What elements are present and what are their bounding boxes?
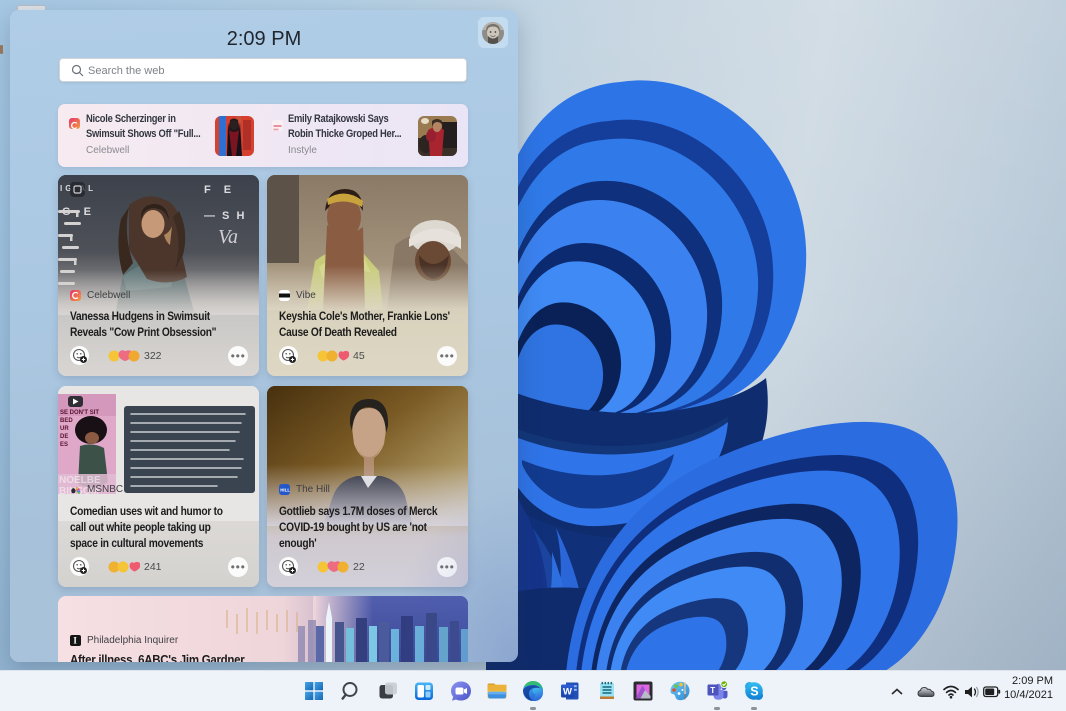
svg-text:I: I xyxy=(73,636,77,646)
svg-text:F E: F E xyxy=(204,184,236,196)
svg-text:W: W xyxy=(563,687,572,698)
svg-text:ES: ES xyxy=(60,442,68,448)
svg-text:S: S xyxy=(750,684,758,698)
svg-text:DE: DE xyxy=(60,434,68,440)
svg-text:— S H: — S H xyxy=(204,210,246,222)
svg-text:UR: UR xyxy=(60,426,69,432)
svg-text:Va: Va xyxy=(218,226,238,248)
svg-text:T: T xyxy=(710,686,715,695)
svg-text:SE DON'T SIT: SE DON'T SIT xyxy=(60,410,99,416)
svg-text:HILL: HILL xyxy=(280,488,290,493)
svg-text:BED: BED xyxy=(60,418,73,424)
